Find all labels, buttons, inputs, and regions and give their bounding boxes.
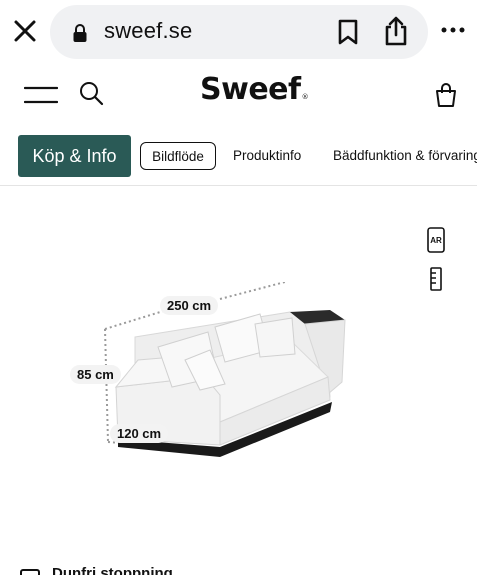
dimension-height-label: 85 cm: [70, 365, 121, 384]
url-text: sweef.se: [104, 18, 193, 43]
tab-buy-info[interactable]: Köp & Info: [18, 135, 131, 177]
logo-text: Sweef: [200, 72, 301, 107]
close-icon[interactable]: [12, 18, 38, 44]
site-header: Sweef®: [0, 64, 477, 128]
feature-label: Dunfri stoppning: [52, 565, 173, 575]
tab-bed-function-storage[interactable]: Bäddfunktion & förvaring: [333, 148, 477, 163]
tab-product-info[interactable]: Produktinfo: [233, 148, 301, 163]
address-bar[interactable]: sweef.se: [50, 5, 428, 59]
bag-icon[interactable]: [434, 82, 458, 108]
ruler-icon[interactable]: [430, 267, 442, 291]
more-icon[interactable]: [440, 20, 466, 40]
lock-icon: [73, 24, 87, 42]
bookmark-icon[interactable]: [335, 18, 361, 46]
ar-label: AR: [430, 236, 442, 245]
search-icon[interactable]: [78, 80, 104, 106]
feather-icon: [20, 569, 40, 575]
ar-icon[interactable]: AR: [427, 227, 445, 253]
product-3d-viewer[interactable]: AR 250 cm 85 cm 120 cm Dunfri stoppning: [0, 187, 477, 575]
dimension-width-label: 250 cm: [160, 296, 219, 315]
product-tabs: Köp & Info Bildflöde Produktinfo Bäddfun…: [0, 128, 477, 186]
tab-image-feed[interactable]: Bildflöde: [140, 142, 216, 170]
browser-toolbar: sweef.se: [0, 0, 477, 64]
site-logo[interactable]: Sweef®: [200, 72, 309, 107]
dimension-depth-label: 120 cm: [110, 424, 169, 443]
hamburger-icon[interactable]: [24, 84, 58, 106]
share-icon[interactable]: [382, 15, 410, 47]
logo-registered-mark: ®: [301, 93, 309, 101]
